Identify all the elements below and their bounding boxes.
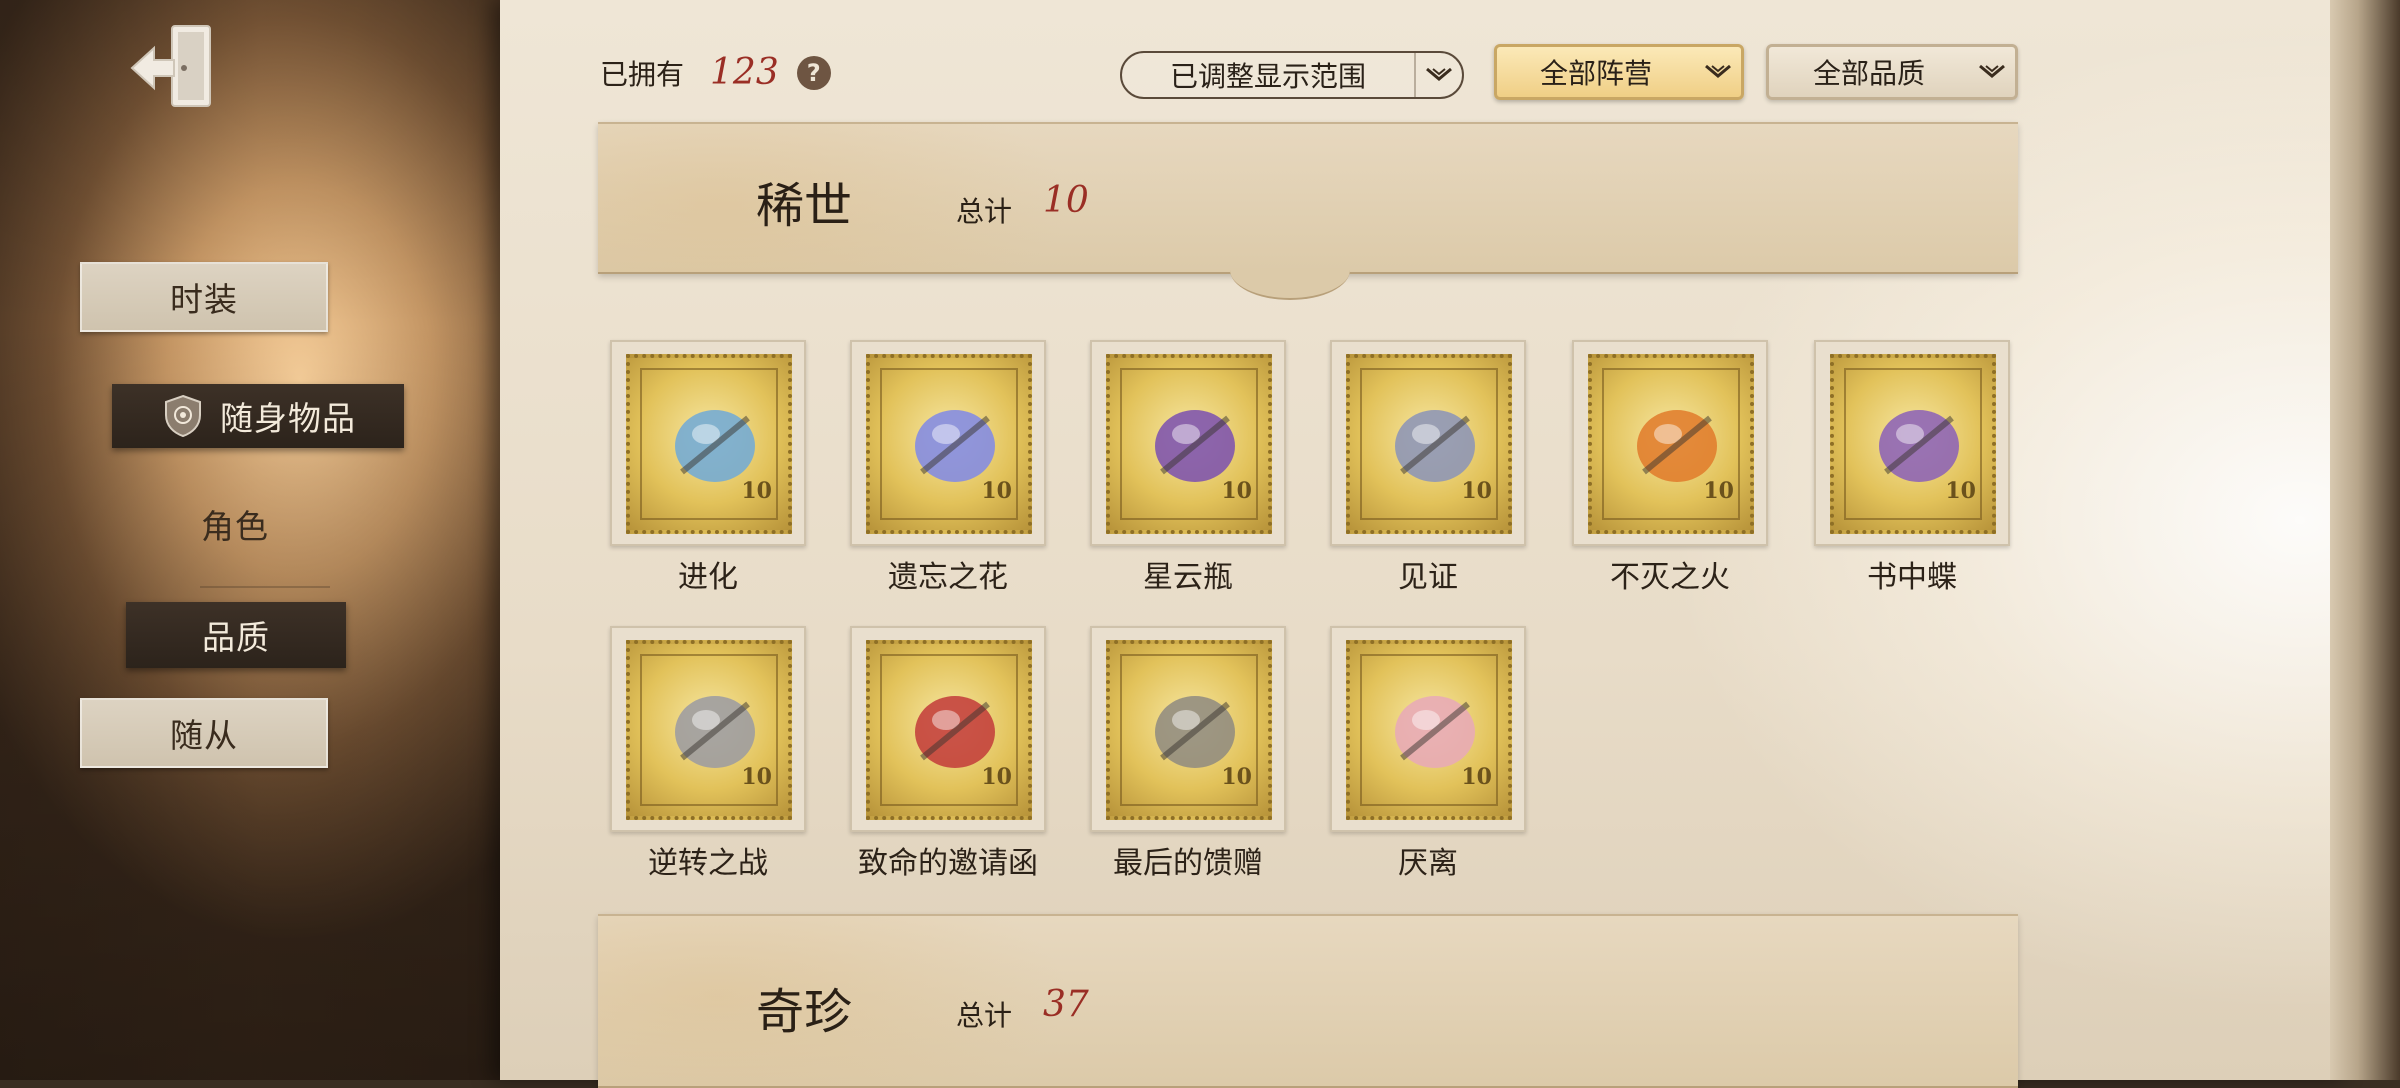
section-total-label: 总计 — [956, 195, 1013, 228]
harmonica-icon — [1155, 696, 1235, 768]
stamp-inner: 10 — [1106, 640, 1272, 820]
dna-helix-icon — [675, 410, 755, 482]
range-dropdown-label: 已调整显示范围 — [1169, 60, 1366, 93]
stamp-frame: 10 — [1330, 340, 1526, 546]
item-card[interactable]: 10 最后的馈赠 — [1090, 626, 1290, 882]
item-name: 逆转之战 — [648, 846, 768, 881]
chevron-down-icon — [1969, 47, 2015, 97]
item-name: 书中蝶 — [1867, 560, 1957, 595]
item-name: 遗忘之花 — [888, 560, 1008, 595]
stamp-inner: 10 — [1588, 354, 1754, 534]
stamp-frame: 10 — [1572, 340, 1768, 546]
sidebar-item-quality[interactable]: 品质 — [126, 602, 346, 668]
exit-icon[interactable] — [128, 20, 224, 116]
item-name: 厌离 — [1398, 846, 1458, 881]
panel-edge — [2330, 0, 2400, 1080]
section-title: 稀世 — [756, 178, 853, 234]
chevron-down-icon — [1695, 47, 1741, 97]
stamp-value: 10 — [1221, 478, 1252, 504]
item-card[interactable]: 10 致命的邀请函 — [850, 626, 1050, 882]
stamp-frame: 10 — [1330, 626, 1526, 832]
stamp-value: 10 — [1221, 764, 1252, 790]
shield-icon — [160, 393, 206, 439]
item-card[interactable]: 10 厌离 — [1330, 626, 1530, 882]
sidebar-item-fashion[interactable]: 时装 — [80, 262, 328, 332]
stamp-inner: 10 — [626, 354, 792, 534]
stamp-inner: 10 — [866, 640, 1032, 820]
item-name: 最后的馈赠 — [1113, 846, 1263, 881]
stamp-frame: 10 — [850, 626, 1046, 832]
nebula-flask-icon — [1155, 410, 1235, 482]
range-dropdown[interactable]: 已调整显示范围 — [1120, 51, 1464, 99]
stamp-frame: 10 — [610, 340, 806, 546]
winged-letter-icon — [915, 696, 995, 768]
faction-dropdown[interactable]: 全部阵营 — [1494, 44, 1744, 100]
sidebar-divider — [200, 586, 330, 588]
stamp-inner: 10 — [1346, 354, 1512, 534]
owned-counter: 已拥有 123 ? — [600, 52, 831, 93]
stamp-frame: 10 — [1090, 626, 1286, 832]
stamp-value: 10 — [1945, 478, 1976, 504]
stamp-value: 10 — [981, 764, 1012, 790]
section-total: 37 — [1043, 984, 1089, 1025]
item-name: 致命的邀请函 — [858, 846, 1038, 881]
witness-badge-icon — [1395, 410, 1475, 482]
stamp-inner: 10 — [626, 640, 792, 820]
stamp-value: 10 — [1461, 764, 1492, 790]
winged-helmet-icon — [675, 696, 755, 768]
item-card[interactable]: 10 逆转之战 — [610, 626, 810, 882]
section-total-label: 总计 — [956, 999, 1013, 1032]
quality-dropdown[interactable]: 全部品质 — [1766, 44, 2018, 100]
quality-dropdown-label: 全部品质 — [1812, 57, 1925, 90]
help-icon[interactable]: ? — [796, 55, 831, 90]
stamp-inner: 10 — [1346, 640, 1512, 820]
chevron-down-icon — [1414, 53, 1462, 97]
sidebar-item-label: 随身物品 — [220, 399, 356, 438]
item-name: 不灭之火 — [1610, 560, 1730, 595]
sidebar-item-label: 角色 — [201, 507, 269, 546]
section-title: 奇珍 — [756, 984, 853, 1040]
stamp-value: 10 — [1703, 478, 1734, 504]
item-card[interactable]: 10 进化 — [610, 340, 810, 596]
faction-dropdown-label: 全部阵营 — [1539, 57, 1652, 90]
item-name: 进化 — [678, 560, 738, 595]
sidebar-item-label: 品质 — [202, 618, 270, 657]
sidebar-item-accessories[interactable]: 随身物品 — [112, 384, 404, 448]
crystal-rose-icon — [915, 410, 995, 482]
owned-count: 123 — [710, 52, 779, 93]
stamp-inner: 10 — [866, 354, 1032, 534]
section-header-rare: 稀世 总计 10 — [598, 122, 2018, 274]
stamp-frame: 10 — [850, 340, 1046, 546]
stamp-value: 10 — [741, 478, 772, 504]
stamp-frame: 10 — [1814, 340, 2010, 546]
stamp-inner: 10 — [1830, 354, 1996, 534]
sidebar-item-label: 时装 — [170, 280, 238, 319]
item-card[interactable]: 10 书中蝶 — [1814, 340, 2014, 596]
stamp-value: 10 — [981, 478, 1012, 504]
torch-icon — [1637, 410, 1717, 482]
item-card[interactable]: 10 见证 — [1330, 340, 1530, 596]
stamp-inner: 10 — [1106, 354, 1272, 534]
butterfly-book-icon — [1879, 410, 1959, 482]
stamp-frame: 10 — [1090, 340, 1286, 546]
stamp-value: 10 — [1461, 478, 1492, 504]
item-card[interactable]: 10 不灭之火 — [1572, 340, 1772, 596]
sidebar-item-character[interactable]: 角色 — [150, 496, 320, 552]
item-name: 见证 — [1398, 560, 1458, 595]
sidebar-item-follower[interactable]: 随从 — [80, 698, 328, 768]
owned-label: 已拥有 — [600, 57, 685, 91]
section-header-treasure: 奇珍 总计 37 — [598, 914, 2018, 1088]
stamp-frame: 10 — [610, 626, 806, 832]
stamp-value: 10 — [741, 764, 772, 790]
item-card[interactable]: 10 星云瓶 — [1090, 340, 1290, 596]
item-card[interactable]: 10 遗忘之花 — [850, 340, 1050, 596]
sakura-branch-icon — [1395, 696, 1475, 768]
section-total: 10 — [1043, 180, 1089, 221]
item-name: 星云瓶 — [1143, 560, 1233, 595]
sidebar-item-label: 随从 — [170, 716, 238, 755]
